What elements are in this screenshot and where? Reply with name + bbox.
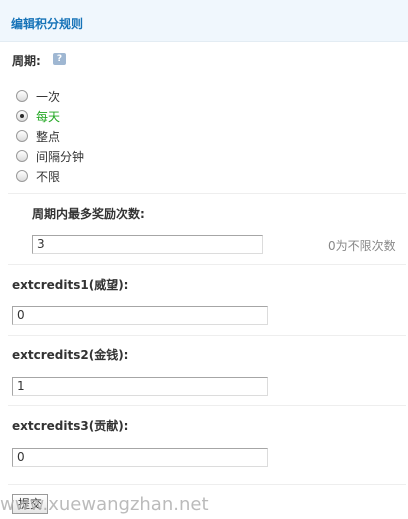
divider	[8, 405, 406, 406]
max-rewards-hint: 0为不限次数	[328, 239, 396, 253]
extcredits1-input[interactable]: 0	[12, 306, 268, 325]
radio-button[interactable]	[16, 90, 28, 102]
period-option-label: 整点	[36, 129, 61, 144]
extcredits2-label: extcredits2(金钱):	[12, 348, 129, 362]
max-rewards-label: 周期内最多奖励次数:	[32, 207, 145, 221]
period-option-label: 间隔分钟	[36, 149, 85, 164]
period-option-unlimited[interactable]: 不限	[16, 168, 60, 184]
period-option-daily[interactable]: 每天	[16, 108, 60, 124]
max-rewards-input[interactable]: 3	[32, 235, 263, 254]
divider	[8, 193, 406, 194]
period-option-once[interactable]: 一次	[16, 88, 60, 104]
page-header: 编辑积分规则	[0, 0, 408, 42]
radio-button[interactable]	[16, 170, 28, 182]
extcredits2-input[interactable]: 1	[12, 377, 268, 396]
period-option-label: 不限	[36, 169, 61, 184]
period-option-label: 一次	[36, 89, 61, 104]
radio-button[interactable]	[16, 130, 28, 142]
period-option-interval[interactable]: 间隔分钟	[16, 148, 84, 164]
period-option-hourly[interactable]: 整点	[16, 128, 60, 144]
page-title: 编辑积分规则	[11, 17, 84, 31]
radio-button-checked[interactable]	[16, 110, 28, 122]
submit-button[interactable]: 提交	[12, 494, 48, 514]
divider	[8, 484, 406, 485]
period-option-label: 每天	[36, 109, 61, 124]
divider	[8, 335, 406, 336]
extcredits3-input[interactable]: 0	[12, 448, 268, 467]
divider	[8, 264, 406, 265]
extcredits1-label: extcredits1(威望):	[12, 278, 129, 292]
extcredits3-label: extcredits3(贡献):	[12, 419, 129, 433]
radio-button[interactable]	[16, 150, 28, 162]
question-icon[interactable]: ?	[53, 53, 66, 65]
period-label: 周期:	[12, 54, 41, 68]
